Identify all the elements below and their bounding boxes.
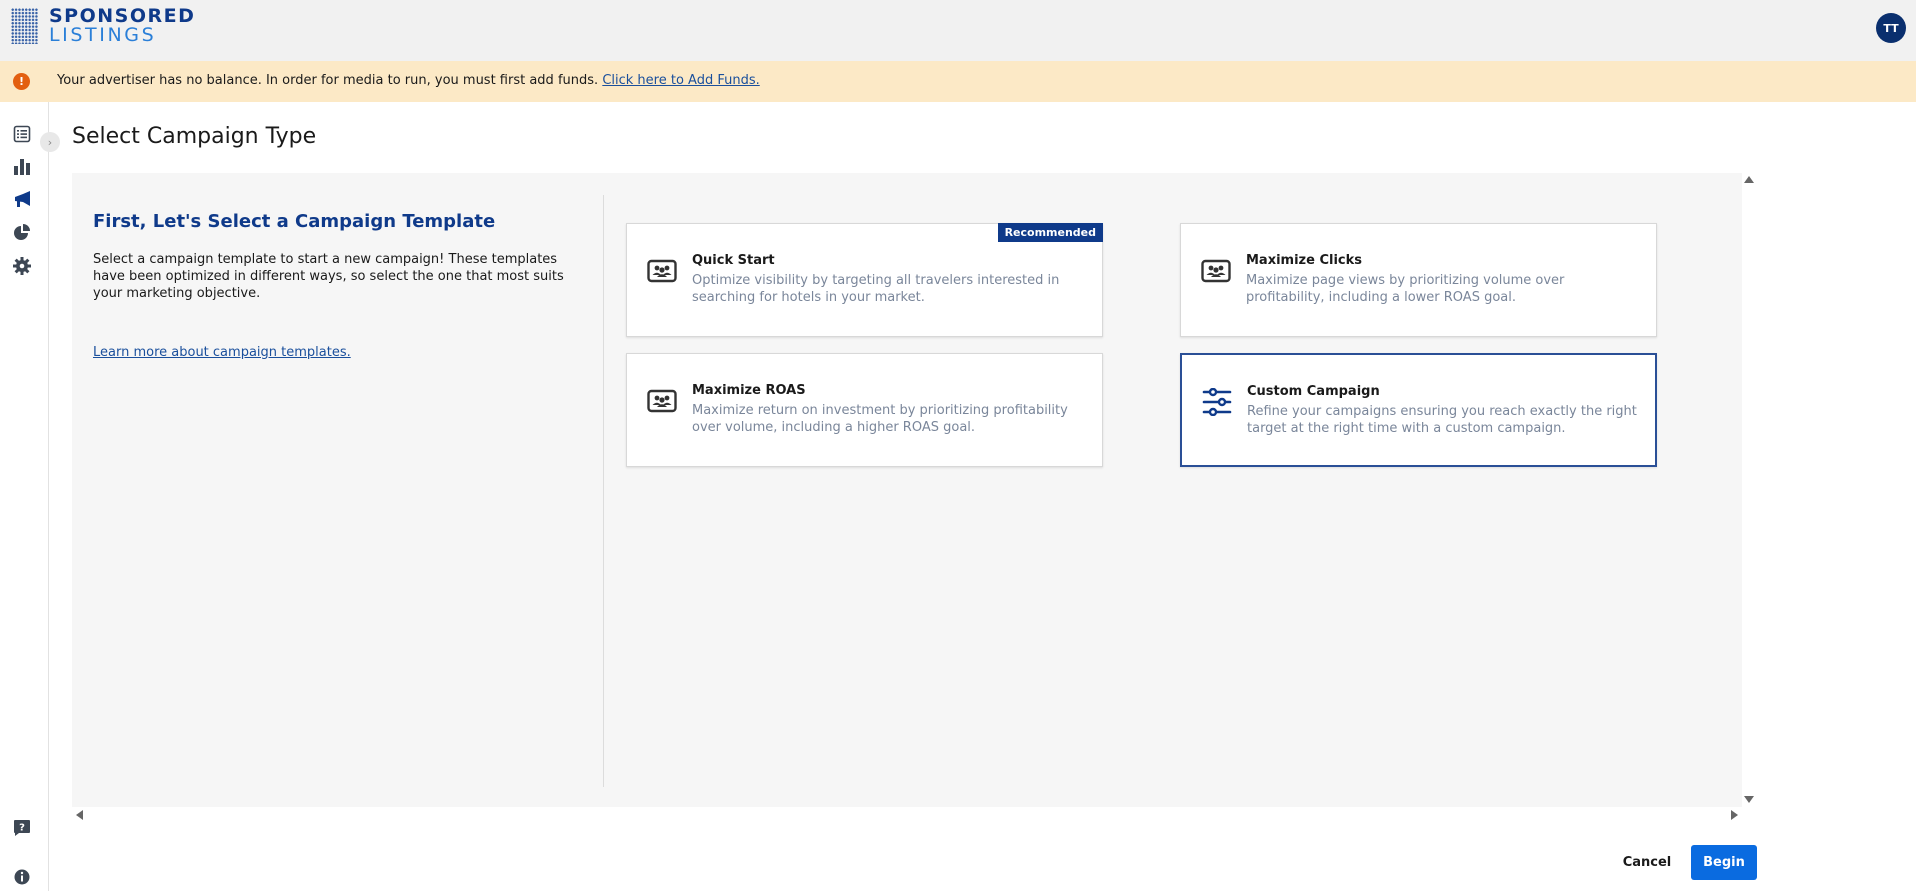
intro-description: Select a campaign template to start a ne… — [93, 252, 564, 301]
bar-chart-icon[interactable] — [12, 157, 32, 177]
scroll-right-arrow[interactable] — [1731, 810, 1738, 820]
page-title: Select Campaign Type — [72, 124, 317, 149]
user-avatar[interactable]: TT — [1876, 13, 1906, 43]
warning-icon: ! — [13, 73, 30, 90]
recommended-badge: Recommended — [997, 223, 1103, 242]
intro-title: First, Let's Select a Campaign Template — [93, 211, 496, 232]
no-balance-alert: ! Your advertiser has no balance. In ord… — [0, 61, 1916, 102]
template-description: Maximize page views by prioritizing volu… — [1246, 273, 1565, 305]
template-description: Maximize return on investment by priorit… — [692, 403, 1068, 435]
help-icon[interactable]: ? — [12, 818, 32, 838]
template-description: Refine your campaigns ensuring you reach… — [1247, 404, 1637, 436]
template-title: Custom Campaign — [1247, 384, 1380, 399]
side-nav: ? — [0, 102, 49, 891]
column-divider — [603, 195, 604, 787]
template-card-custom-campaign[interactable]: Custom Campaign Refine your campaigns en… — [1180, 353, 1657, 467]
top-header: SPONSORED LISTINGS TT — [0, 0, 1916, 61]
logo-dot-grid-icon — [11, 8, 38, 44]
megaphone-icon[interactable] — [12, 190, 32, 210]
template-title: Maximize ROAS — [692, 383, 806, 398]
template-description: Optimize visibility by targeting all tra… — [692, 273, 1060, 305]
template-title: Quick Start — [692, 253, 775, 268]
scroll-left-arrow[interactable] — [76, 810, 83, 820]
template-card-maximize-roas[interactable]: Maximize ROAS Maximize return on investm… — [626, 353, 1103, 467]
alert-message: Your advertiser has no balance. In order… — [57, 73, 599, 88]
brand-logo[interactable]: SPONSORED LISTINGS — [11, 7, 195, 45]
add-funds-link[interactable]: Click here to Add Funds. — [602, 73, 759, 88]
template-card-maximize-clicks[interactable]: Maximize Clicks Maximize page views by p… — [1180, 223, 1657, 337]
scroll-down-arrow[interactable] — [1744, 796, 1754, 803]
info-icon[interactable] — [12, 867, 32, 887]
intro-column: First, Let's Select a Campaign Template … — [72, 173, 603, 787]
gear-icon[interactable] — [12, 256, 32, 276]
people-card-icon — [647, 386, 677, 416]
scroll-up-arrow[interactable] — [1744, 176, 1754, 183]
pie-chart-icon[interactable] — [12, 223, 32, 243]
template-card-quick-start[interactable]: Recommended Quick Start Optimize visibil… — [626, 223, 1103, 337]
sliders-icon — [1202, 387, 1232, 417]
expand-nav-toggle[interactable]: › — [40, 132, 60, 152]
people-card-icon — [1201, 256, 1231, 286]
brand-name-line2: LISTINGS — [49, 24, 157, 46]
cancel-button[interactable]: Cancel — [1612, 845, 1682, 879]
people-card-icon — [647, 256, 677, 286]
campaign-template-panel: First, Let's Select a Campaign Template … — [72, 173, 1742, 807]
begin-button[interactable]: Begin — [1691, 845, 1757, 880]
svg-text:?: ? — [19, 823, 25, 834]
list-icon[interactable] — [12, 124, 32, 144]
template-title: Maximize Clicks — [1246, 253, 1363, 268]
learn-more-link[interactable]: Learn more about campaign templates. — [93, 345, 351, 360]
